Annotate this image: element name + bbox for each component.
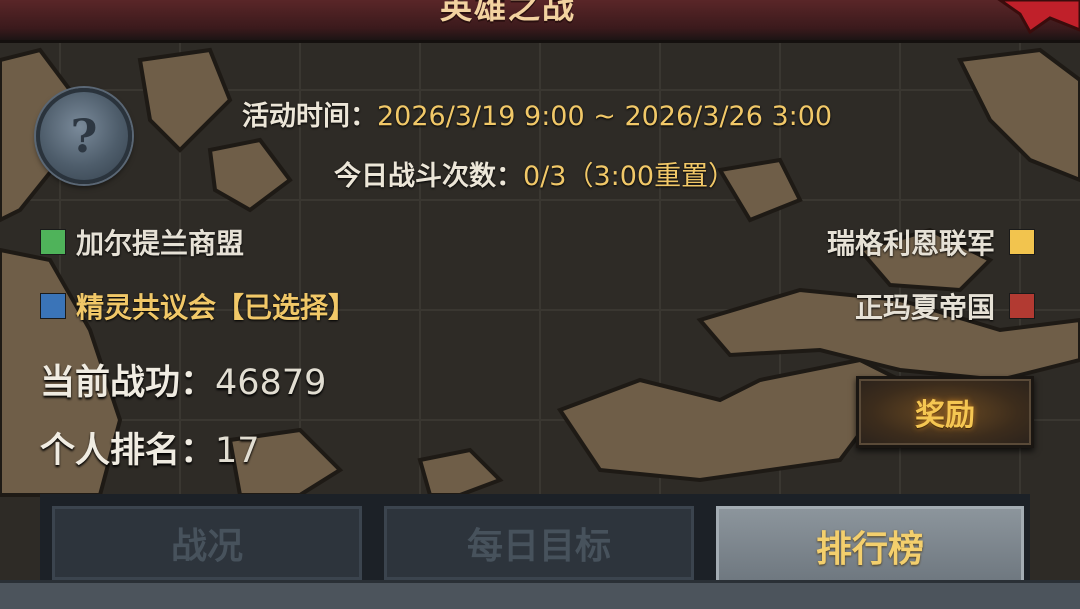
rank-label: 个人排名：: [40, 431, 216, 471]
faction-selected-tag: 【已选择】: [216, 291, 357, 324]
rank-value: 17: [215, 431, 260, 471]
daily-battle-count: 今日战斗次数：0/3（3:00重置）: [334, 154, 735, 193]
content-panel-edge: [0, 580, 1080, 609]
faction-garthilan: 加尔提兰商盟: [40, 222, 244, 262]
reward-button[interactable]: 奖励: [856, 376, 1034, 448]
tab-battle-status[interactable]: 战况: [52, 506, 362, 580]
faction-color-swatch: [1009, 229, 1035, 255]
personal-rank: 个人排名：17: [40, 422, 260, 473]
merit-value: 46879: [215, 363, 327, 403]
event-title: 英雄之战: [440, 0, 577, 26]
event-time-value: 2026/3/19 9:00 ~ 2026/3/26 3:00: [377, 101, 833, 132]
daily-battle-value: 0/3（3:00重置）: [523, 161, 736, 192]
top-banner: 英雄之战: [0, 0, 1080, 43]
faction-elf-council: 精灵共议会 【已选择】: [40, 286, 356, 326]
event-time-label: 活动时间：: [242, 101, 377, 132]
help-button[interactable]: ?: [36, 88, 132, 184]
daily-battle-label: 今日战斗次数：: [334, 161, 523, 192]
merit-label: 当前战功：: [40, 363, 216, 403]
faction-name: 加尔提兰商盟: [76, 227, 245, 260]
question-mark-icon: ?: [70, 109, 98, 163]
faction-name: 瑞格利恩联军: [826, 227, 995, 260]
faction-name: 精灵共议会: [76, 291, 217, 324]
faction-zhengmaxia: 正玛夏帝国: [855, 286, 1035, 326]
faction-color-swatch: [1009, 293, 1035, 319]
faction-rigelion: 瑞格利恩联军: [827, 222, 1035, 262]
tab-daily-goals[interactable]: 每日目标: [384, 506, 694, 580]
tab-leaderboard[interactable]: 排行榜: [716, 506, 1024, 583]
faction-color-swatch: [40, 229, 66, 255]
event-time: 活动时间：2026/3/19 9:00 ~ 2026/3/26 3:00: [242, 94, 832, 133]
banner-wing-ornament: [997, 0, 1080, 35]
faction-name: 正玛夏帝国: [854, 291, 995, 324]
faction-color-swatch: [40, 293, 66, 319]
current-merit: 当前战功：46879: [40, 354, 326, 405]
